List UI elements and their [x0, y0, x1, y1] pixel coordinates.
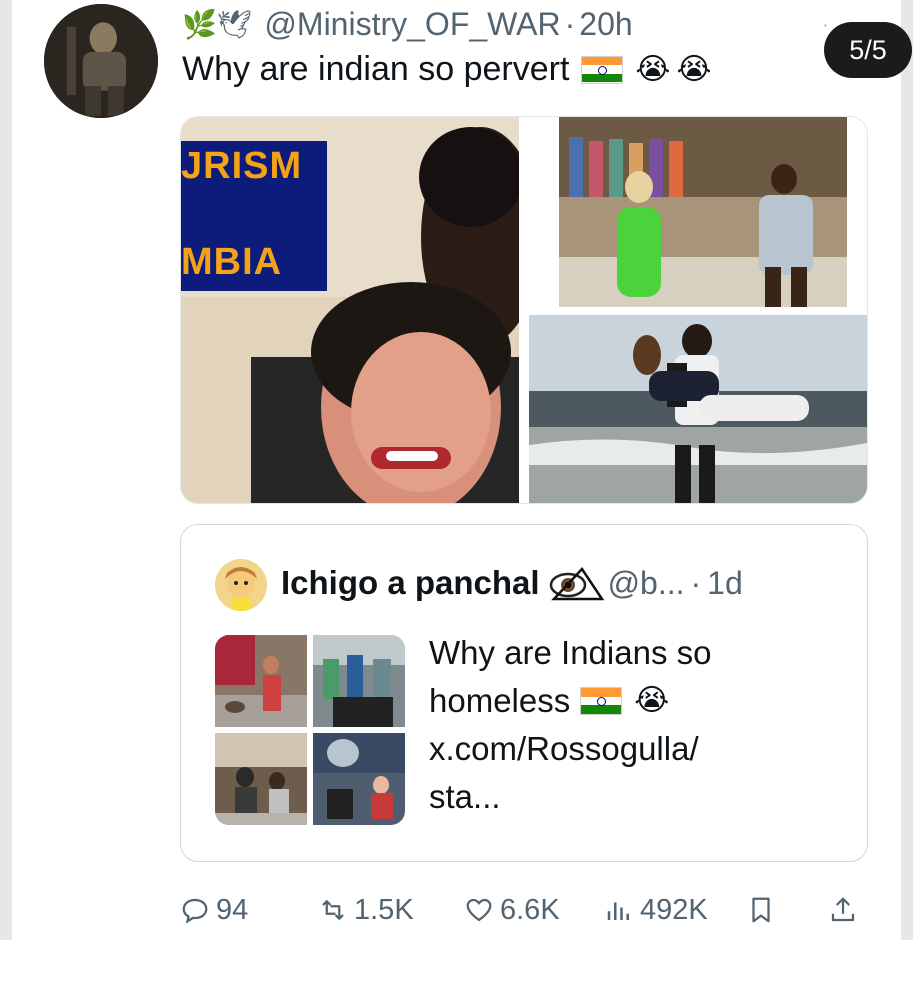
tweet-action-bar: 94 1.5K 6.6K 492K — [180, 888, 880, 932]
author-avatar[interactable] — [44, 4, 158, 118]
quoted-header: Ichigo a panchal @b... · 1d — [281, 563, 743, 603]
header-separator: · — [564, 5, 576, 42]
heart-icon — [466, 898, 492, 922]
quoted-text-line-1: Why are Indians so — [429, 634, 712, 671]
screen-frame-left — [0, 0, 12, 940]
views-icon — [607, 902, 629, 920]
reply-count: 94 — [216, 893, 249, 926]
screen-frame-right — [901, 0, 913, 940]
quoted-link-continued[interactable]: sta... — [429, 773, 849, 821]
quoted-separator: · — [690, 564, 702, 601]
like-count: 6.6K — [500, 893, 560, 926]
share-button[interactable] — [828, 888, 864, 932]
quoted-text-line-2: homeless 😭 — [429, 677, 849, 725]
quoted-time[interactable]: 1d — [707, 565, 743, 602]
quoted-media-image-4 — [313, 733, 405, 825]
quoted-text-homeless: homeless — [429, 682, 571, 719]
media-image-1[interactable]: JRISM MBIA — [181, 117, 519, 503]
repost-count: 1.5K — [354, 893, 414, 926]
leaf-dove-emoji: 🌿🕊 — [182, 8, 253, 40]
eye-triangle-icon — [546, 563, 606, 603]
crying-face-icon: 😭 — [635, 53, 671, 86]
bookmark-button[interactable] — [746, 888, 782, 932]
reply-button[interactable]: 94 — [180, 888, 248, 932]
like-button[interactable]: 6.6K — [464, 888, 560, 932]
india-flag-icon — [580, 687, 623, 715]
bookmark-icon — [752, 897, 770, 923]
quoted-handle[interactable]: @b... — [608, 565, 685, 602]
quoted-link[interactable]: x.com/Rossogulla/ — [429, 725, 849, 773]
views-button[interactable]: 492K — [604, 888, 708, 932]
quoted-text: Why are Indians so homeless 😭 x.com/Ross… — [429, 629, 849, 821]
tweet-text: Why are indian so pervert 😭 😭 — [182, 50, 712, 89]
screen-frame-bottom — [0, 940, 913, 982]
quoted-media-image-3 — [215, 733, 307, 825]
repost-button[interactable]: 1.5K — [318, 888, 414, 932]
quoted-author-avatar[interactable] — [215, 559, 267, 611]
quoted-media-image-2 — [313, 635, 405, 727]
author-handle[interactable]: @Ministry_OF_WAR — [264, 6, 560, 43]
media-image-2[interactable] — [559, 117, 847, 307]
quoted-tweet[interactable]: Ichigo a panchal @b... · 1d Why are Indi… — [180, 524, 868, 862]
reply-icon — [182, 898, 208, 924]
tweet-text-content: Why are indian so pervert — [182, 50, 570, 88]
quoted-media-grid[interactable] — [215, 635, 405, 825]
crying-face-icon: 😭 — [634, 684, 670, 717]
views-count: 492K — [640, 893, 708, 926]
repost-icon — [322, 900, 344, 920]
page-indicator: 5/5 — [824, 22, 912, 78]
tweet-media-grid[interactable]: JRISM MBIA — [180, 116, 868, 504]
share-icon — [831, 897, 855, 922]
banner-text-bottom: MBIA — [181, 241, 283, 283]
india-flag-icon — [581, 55, 624, 84]
crying-face-icon: 😭 — [676, 53, 712, 86]
tweet-time[interactable]: 20h — [579, 6, 632, 43]
tweet-header: 🌿🕊 @Ministry_OF_WAR · 20h — [182, 2, 633, 46]
banner-text-top: JRISM — [181, 145, 303, 187]
media-image-3[interactable] — [529, 315, 867, 503]
quoted-author-name[interactable]: Ichigo a panchal — [281, 564, 540, 602]
quoted-media-image-1 — [215, 635, 307, 727]
